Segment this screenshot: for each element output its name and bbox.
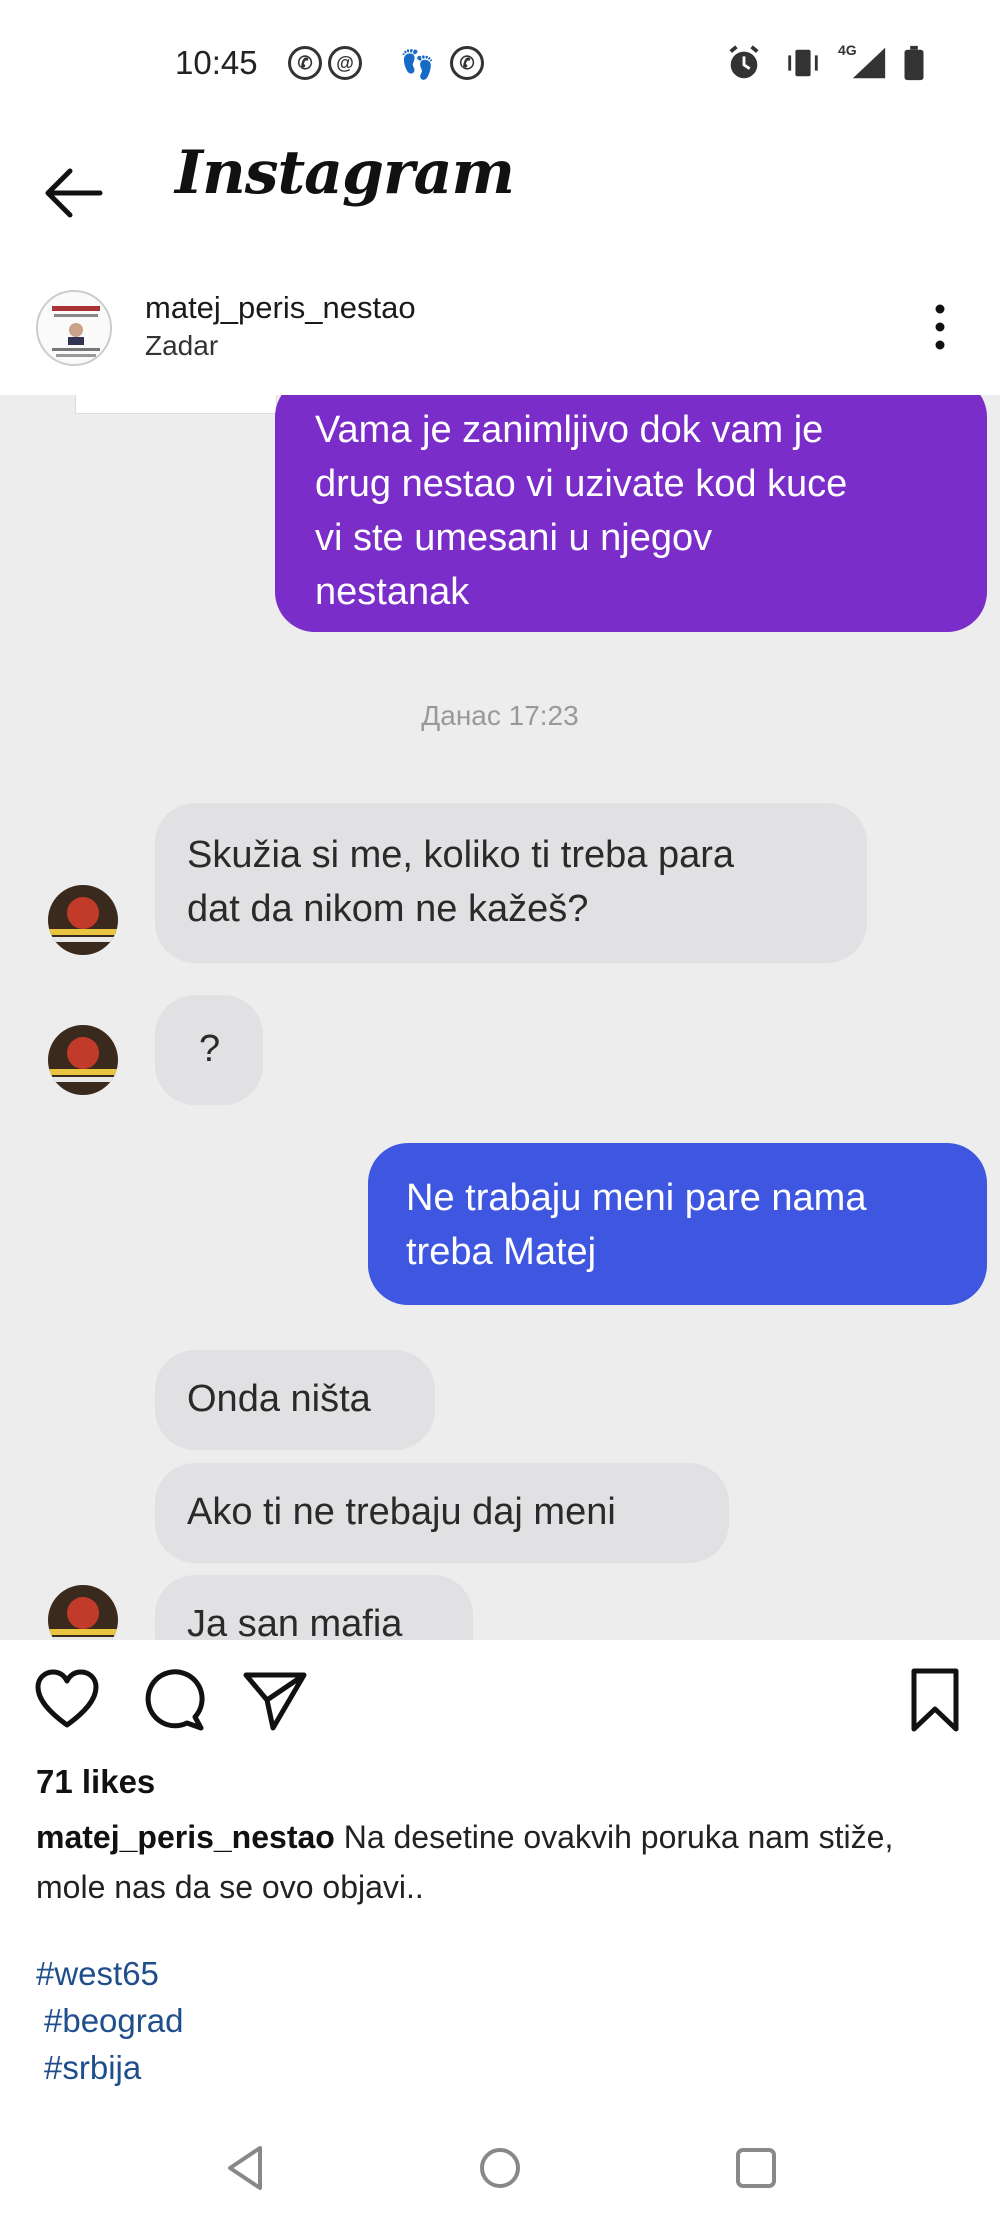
signal-icon (852, 47, 886, 79)
alarm-icon (729, 45, 759, 79)
viber-icon: ✆ (450, 46, 484, 80)
message-line: drug nestao vi uzivate kod kuce (315, 463, 848, 505)
message-line: vi ste umesani u njegov (315, 517, 713, 559)
comment-icon[interactable] (137, 1665, 207, 1735)
avatar[interactable] (36, 290, 112, 366)
message-incoming: Ako ti ne trebaju daj meni (155, 1463, 729, 1563)
message-line: Vama je zanimljivo dok vam je (315, 409, 824, 451)
hashtag-link[interactable]: #west65 (36, 1955, 159, 1993)
message-incoming: ? (155, 995, 263, 1105)
bookmark-icon[interactable] (900, 1665, 970, 1735)
post-image[interactable]: Vama je zanimljivo dok vam je drug nesta… (0, 395, 1000, 1640)
heart-icon[interactable] (32, 1665, 102, 1735)
message-line: ? (199, 1028, 221, 1070)
footsteps-icon: 👣 (400, 49, 435, 80)
sender-avatar (48, 1585, 118, 1640)
post-username[interactable]: matej_peris_nestao (145, 290, 416, 326)
message-incoming: Ja san mafia (155, 1575, 473, 1640)
message-outgoing: Ne trabaju meni pare nama treba Matej (368, 1143, 987, 1305)
battery-icon (904, 45, 924, 81)
message-incoming: Skužia si me, koliko ti treba para dat d… (155, 803, 867, 963)
post-caption: matej_peris_nestao Na desetine ovakvih p… (36, 1812, 956, 1912)
message-line: dat da nikom ne kažeš? (187, 888, 589, 930)
viber-icon: ✆ (288, 46, 322, 80)
likes-count[interactable]: 71 likes (36, 1763, 155, 1801)
message-line: Ja san mafia (187, 1603, 403, 1640)
message-outgoing: Vama je zanimljivo dok vam je drug nesta… (275, 395, 987, 632)
hashtag-link[interactable]: #beograd (44, 2002, 183, 2040)
message-line: Ako ti ne trebaju daj meni (187, 1491, 616, 1533)
send-icon[interactable] (240, 1665, 310, 1735)
app-title: Instagram (175, 138, 515, 208)
message-line: Onda ništa (187, 1378, 371, 1420)
status-time: 10:45 (175, 44, 258, 81)
cropped-bubble-edge (75, 395, 277, 414)
message-line: Skužia si me, koliko ti treba para (187, 834, 735, 876)
sender-avatar (48, 1025, 118, 1095)
message-line: Ne trabaju meni pare nama (406, 1177, 867, 1219)
message-incoming: Onda ništa (155, 1350, 435, 1450)
message-line: treba Matej (406, 1231, 597, 1273)
at-sign-icon: @ (328, 46, 362, 80)
message-line: nestanak (315, 571, 470, 613)
vibrate-icon (788, 49, 818, 77)
back-arrow-icon[interactable] (40, 160, 106, 226)
hashtag-link[interactable]: #srbija (44, 2049, 141, 2087)
nav-back-icon[interactable] (218, 2140, 274, 2196)
caption-username[interactable]: matej_peris_nestao (36, 1819, 335, 1855)
nav-recents-icon[interactable] (728, 2140, 784, 2196)
nav-home-icon[interactable] (472, 2140, 528, 2196)
dots-vertical-icon[interactable] (925, 302, 955, 352)
chat-timestamp: Данас 17:23 (421, 700, 579, 731)
post-location[interactable]: Zadar (145, 330, 218, 362)
sender-avatar (48, 885, 118, 955)
